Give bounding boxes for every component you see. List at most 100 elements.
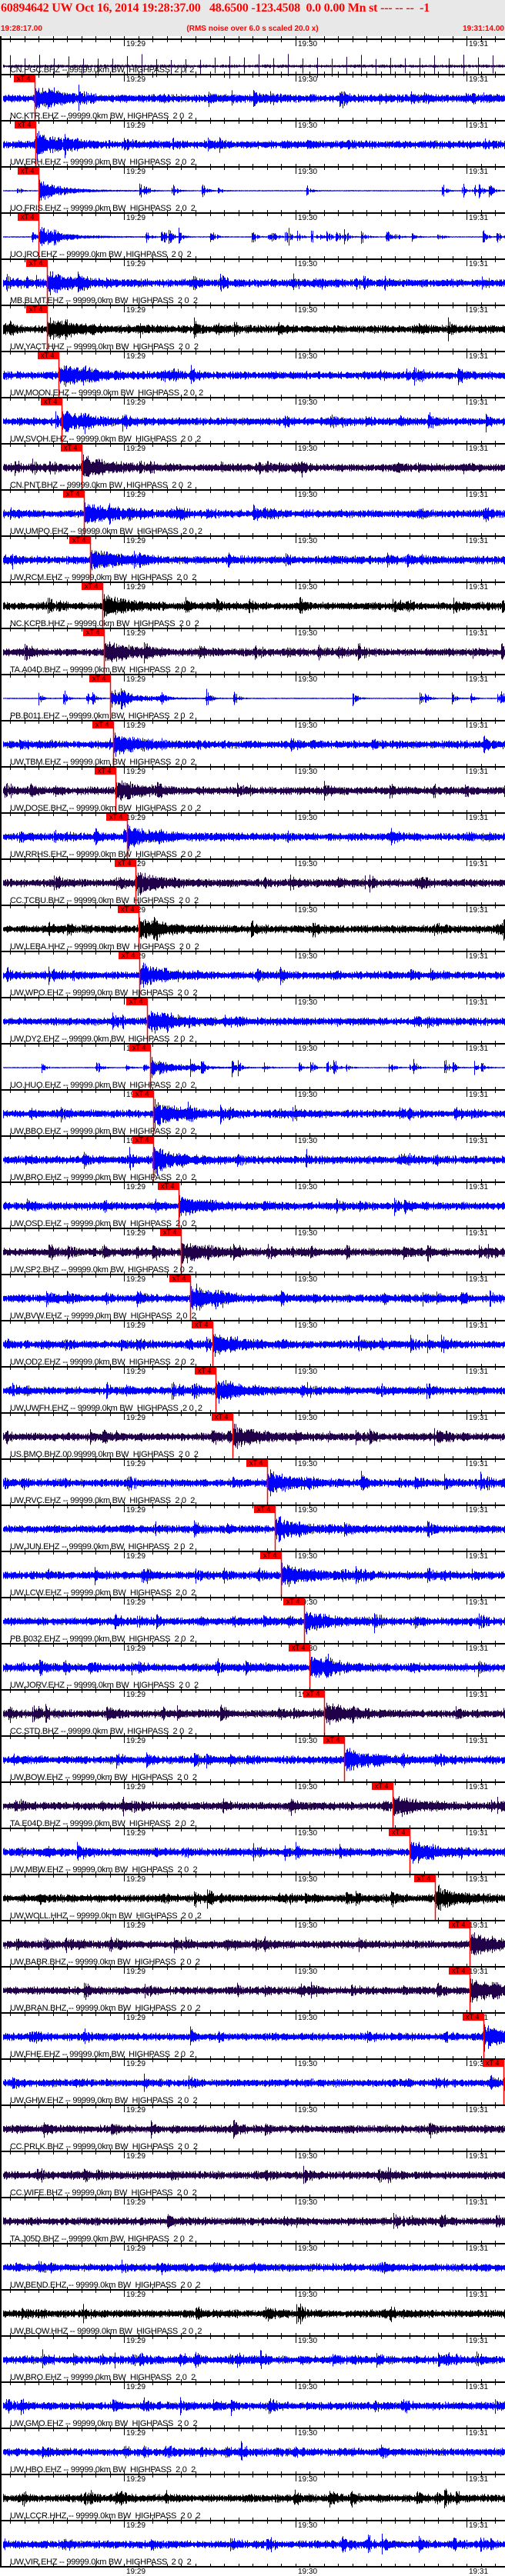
trace-label: UW.UWFH.EHZ -- 99999.0km BW HIGHPASS 2 0… [10, 1405, 202, 1413]
minute-label: 19:31 [469, 445, 488, 453]
trace-label: UW.DY2.EHZ -- 99999.0km BW HIGHPASS 2 0 … [10, 1035, 193, 1044]
minute-label: 19:29 [126, 768, 145, 776]
minute-label: 19:30 [298, 1368, 317, 1376]
minute-label: 19:29 [126, 1461, 145, 1468]
minute-label: 19:31 [469, 215, 488, 222]
pick-marker: xT 4 [260, 1552, 281, 1559]
trace-label: UW.OD2.EHZ -- 99999.0km BW HIGHPASS 2 0 … [10, 1358, 195, 1367]
minute-label: 19:30 [298, 676, 317, 684]
minute-label: 19:29 [126, 1230, 145, 1238]
minute-label: 19:29 [126, 2153, 145, 2161]
pick-marker: xT 4 [289, 1645, 309, 1651]
seismogram-trace [4, 2213, 505, 2229]
minute-label: 19:29 [126, 2199, 145, 2207]
trace-label: UW.WPO.EHZ -- 99999.0km BW HIGHPASS 2 0 … [10, 989, 197, 998]
trace-label: NC.KTR.EHZ -- 99999.0km BW HIGHPASS 2 0 … [10, 112, 192, 121]
trace-label: UW.JUN.EHZ -- 99999.0km BW HIGHPASS 2 0 … [10, 1543, 193, 1551]
minute-label: 19:31 [469, 861, 488, 868]
pick-marker: xT 4 [169, 1275, 190, 1282]
minute-label: 19:30 [298, 2014, 317, 2022]
minute-label: 19:31 [469, 630, 488, 638]
minute-label: 19:29 [126, 2430, 145, 2438]
pick-marker: xT 4 [38, 352, 59, 359]
pick-marker: xT 4 [323, 1737, 344, 1744]
minute-label: 19:29 [126, 1691, 145, 1699]
minute-label: 19:30 [298, 215, 317, 222]
seismogram-trace [4, 1932, 505, 1954]
trace-label: UW.FHE.EHZ -- 99999.0km BW HIGHPASS 2 0 … [10, 2051, 194, 2059]
minute-label: 19:29 [126, 1784, 145, 1791]
minute-label: 19:31 [469, 399, 488, 407]
pick-marker: xT 4 [483, 2060, 503, 2067]
seismogram-trace [4, 1516, 505, 1542]
minute-label: 19:29 [126, 1876, 145, 1884]
pick-marker: xT 4 [303, 1691, 324, 1698]
minute-label: 19:29 [126, 630, 145, 638]
minute-label: 19:31 [469, 584, 488, 592]
trace-label: UW.GMO.EHZ -- 99999.0km BW HIGHPASS 2 0 … [10, 2420, 197, 2428]
minute-label: 19:30 [298, 2245, 317, 2253]
minute-label: 19:31 [469, 76, 488, 84]
pick-marker: xT 4 [115, 860, 135, 867]
minute-label: 19:29 [126, 445, 145, 453]
trace-label: UW.HBO.EHZ -- 99999.0km BW HIGHPASS 2 0 … [10, 2466, 196, 2474]
minute-label: 19:30 [298, 2338, 317, 2345]
minute-label: 19:29 [126, 722, 145, 730]
minute-label: 19:31 [469, 1645, 488, 1653]
minute-label: 19:31 [469, 1968, 488, 1976]
trace-label: UW.GHW.EHZ -- 99999.0km BW HIGHPASS 2 0 … [10, 2097, 197, 2105]
pick-marker: xT 4 [126, 998, 147, 1005]
pick-marker: xT 4 [18, 214, 38, 221]
minute-label: 19:30 [298, 907, 317, 915]
minute-label: 19:29 [126, 2014, 145, 2022]
seismogram-trace [4, 1842, 505, 1864]
minute-label: 19:31 [469, 2245, 488, 2253]
seismogram-trace [4, 595, 505, 618]
minute-label: 19:29 [126, 1922, 145, 1930]
minute-label: 19:31 [469, 1876, 488, 1884]
minute-label: 19:30 [298, 1091, 317, 1099]
pick-marker: xT 4 [26, 306, 47, 313]
trace-label: PB.B032.EHZ -- 99999.0km BW HIGHPASS 2 0… [10, 1635, 194, 1644]
minute-label: 19:29 [126, 1968, 145, 1976]
minute-label: 19:29 [126, 815, 145, 822]
pick-marker: xT 4 [69, 537, 90, 544]
minute-label: 19:31 [469, 2153, 488, 2161]
trace-label: UW.VIR.EHZ -- 99999.0km BW HIGHPASS 2 0 … [10, 2558, 191, 2567]
minute-label: 19:29 [126, 1184, 145, 1191]
trace-label: UW.LCW.EHZ -- 99999.0km BW HIGHPASS 2 0 … [10, 1589, 196, 1598]
minute-label: 19:31 [469, 2107, 488, 2114]
minute-label: 19:30 [298, 307, 317, 315]
pick-marker: xT 4 [158, 1183, 179, 1190]
trace-label: TA.A04D.BHZ -- 99999.0km BW HIGHPASS 2 0… [10, 666, 195, 675]
minute-label: 19:30 [298, 1738, 317, 1745]
minute-label: 19:31 [469, 907, 488, 915]
minute-label: 19:30 [298, 1784, 317, 1791]
minute-label: 19:29 [126, 261, 145, 268]
minute-label: 19:31 [469, 261, 488, 268]
trace-label: UW.DOSE.BHZ -- 99999.0km BW HIGHPASS 2 0… [10, 805, 201, 813]
minute-label: 19:30 [298, 2153, 317, 2161]
minute-label: 19:31 [469, 492, 488, 499]
seismogram-trace [4, 1424, 505, 1449]
seismogram-trace [4, 1099, 505, 1128]
pick-marker: xT 4 [82, 583, 102, 590]
minute-label: 19:29 [126, 215, 145, 222]
minute-label: 19:29 [126, 2568, 145, 2576]
trace-label: PB.B011.EHZ -- 99999.0km BW HIGHPASS 2 0… [10, 712, 194, 721]
minute-label: 19:31 [469, 1368, 488, 1376]
minute-label: 19:31 [469, 1922, 488, 1930]
minute-label: 19:31 [469, 2199, 488, 2207]
minute-label: 19:30 [298, 1138, 317, 1145]
seismogram-trace [4, 1796, 505, 1817]
trace-label: UW.BEND.EHZ -- 99999.0km BW HIGHPASS 2 0… [10, 2281, 200, 2290]
seismogram-trace [4, 688, 505, 709]
minute-label: 19:30 [298, 41, 317, 48]
minute-label: 19:30 [298, 1184, 317, 1191]
minute-label: 19:30 [298, 1322, 317, 1330]
minute-label: 19:29 [126, 1599, 145, 1607]
minute-label: 19:31 [469, 1784, 488, 1791]
pick-marker: xT 4 [372, 1783, 393, 1790]
minute-label: 19:31 [469, 1507, 488, 1515]
minute-label: 19:30 [298, 953, 317, 961]
